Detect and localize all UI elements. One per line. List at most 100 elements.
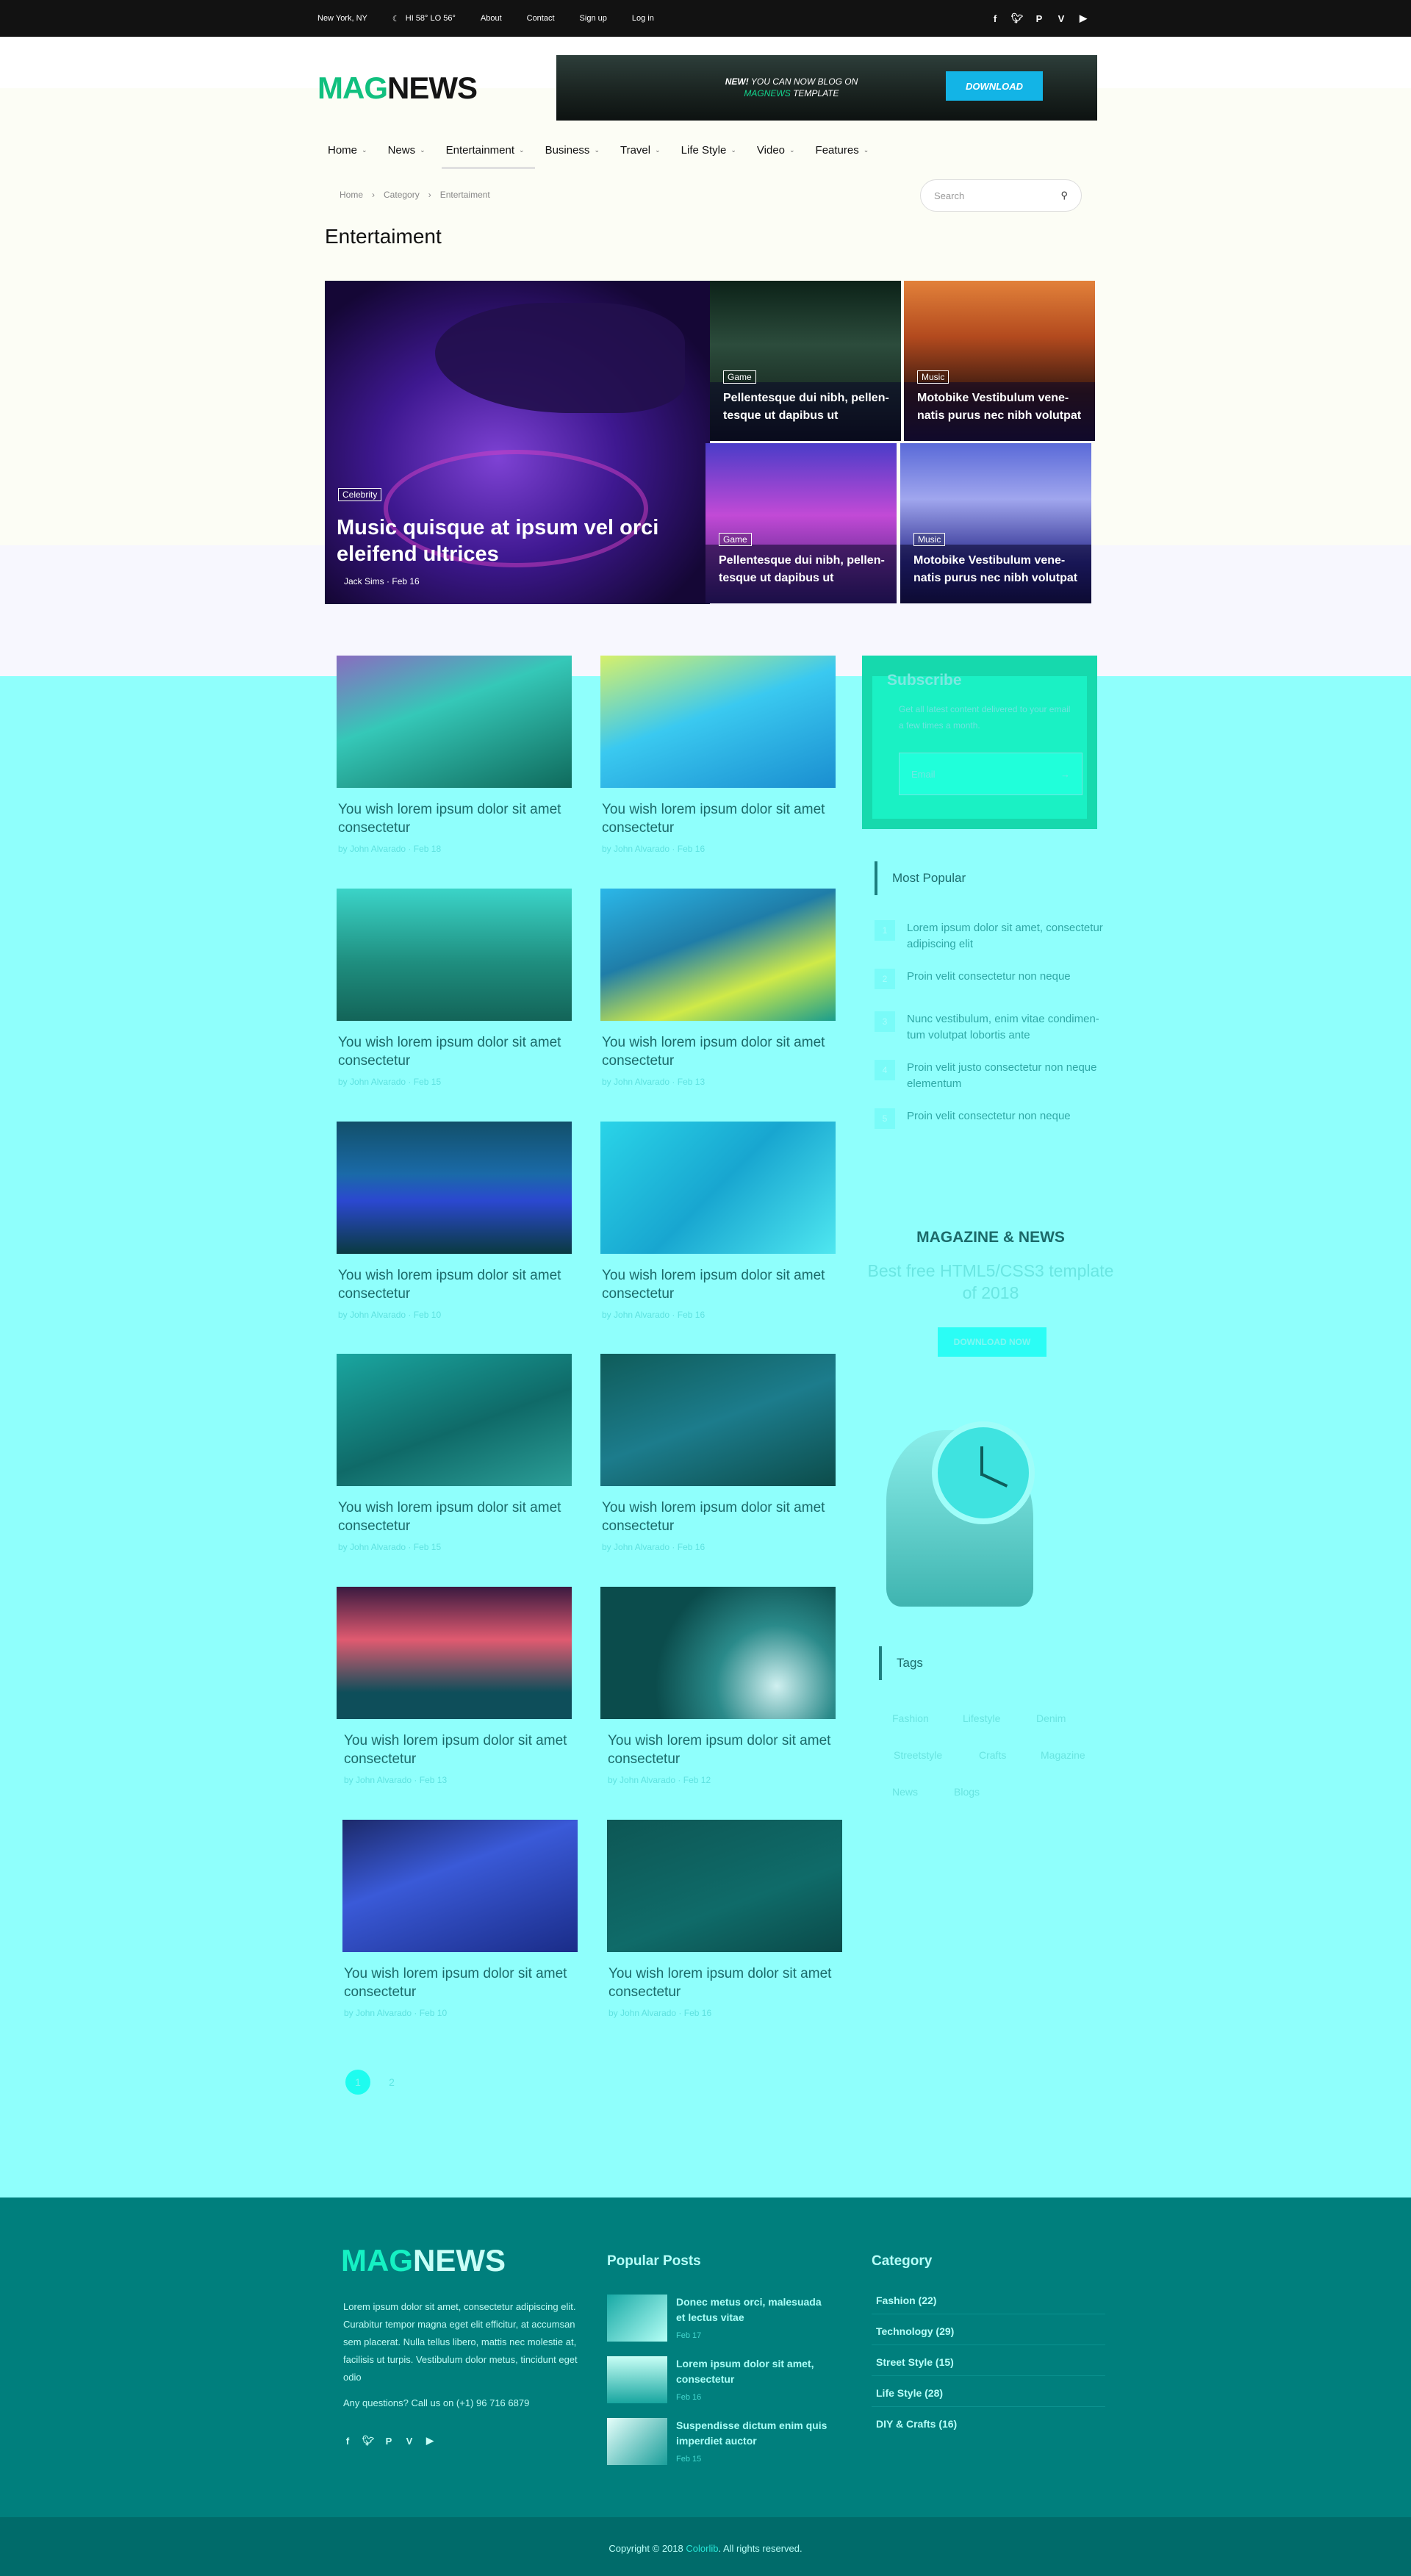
banner-download-button[interactable]: DOWNLOAD: [946, 71, 1043, 101]
hero-main-tag[interactable]: Celebrity: [338, 488, 382, 501]
article-author[interactable]: John Alvarado: [620, 2008, 676, 2018]
article-author[interactable]: John Alvarado: [350, 1077, 406, 1087]
search-icon[interactable]: ⚲: [1060, 190, 1068, 201]
article-image[interactable]: [600, 1122, 836, 1254]
popular-link[interactable]: Proin velit consectetur non neque: [907, 969, 1071, 989]
footer-logo[interactable]: MAGNEWS: [341, 2243, 506, 2278]
article-author[interactable]: John Alvarado: [614, 844, 669, 854]
pinterest-icon[interactable]: P: [382, 2434, 395, 2447]
footer-category-link[interactable]: Life Style (28): [872, 2380, 1105, 2407]
footer-post-thumb[interactable]: [607, 2295, 667, 2342]
tag-news[interactable]: News: [892, 1786, 918, 1798]
footer-post-title[interactable]: Suspendisse dictum enim quis imperdiet a…: [676, 2418, 830, 2449]
article-author[interactable]: John Alvarado: [350, 1542, 406, 1552]
hero-small-post-1[interactable]: Game Pellentesque dui nibh, pellen-tesqu…: [710, 281, 901, 441]
hero-main-post[interactable]: Celebrity Music quisque at ipsum vel orc…: [325, 281, 710, 604]
article-title[interactable]: You wish lorem ipsum dolor sit amet cons…: [344, 1965, 572, 2001]
colorlib-link[interactable]: Colorlib: [686, 2543, 718, 2554]
hero-small-title[interactable]: Motobike Vestibulum vene-natis purus nec…: [917, 390, 1090, 425]
article-title[interactable]: You wish lorem ipsum dolor sit amet cons…: [338, 1033, 566, 1070]
hero-small-title[interactable]: Motobike Vestibulum vene-natis purus nec…: [913, 552, 1086, 587]
footer-category-link[interactable]: Technology (29): [872, 2318, 1105, 2345]
article-image[interactable]: [600, 656, 836, 788]
hero-small-tag[interactable]: Music: [917, 370, 949, 384]
search-input[interactable]: Search ⚲: [920, 179, 1082, 212]
subscribe-email-input[interactable]: Email →: [899, 753, 1083, 795]
pinterest-icon[interactable]: P: [1033, 12, 1046, 25]
popular-item[interactable]: 3 Nunc vestibulum, enim vitae condimen-tu…: [875, 1011, 1117, 1044]
footer-post[interactable]: Lorem ipsum dolor sit amet, consectetur …: [607, 2356, 842, 2408]
article-title[interactable]: You wish lorem ipsum dolor sit amet cons…: [602, 1499, 830, 1535]
footer-category-link[interactable]: Street Style (15): [872, 2349, 1105, 2376]
login-link[interactable]: Log in: [632, 14, 654, 23]
hero-small-post-3[interactable]: Game Pellentesque dui nibh, pellen-tesqu…: [706, 443, 897, 603]
clock-ad-image[interactable]: [879, 1401, 1063, 1607]
article-title[interactable]: You wish lorem ipsum dolor sit amet cons…: [338, 1499, 566, 1535]
article-title[interactable]: You wish lorem ipsum dolor sit amet cons…: [602, 1033, 830, 1070]
article-image[interactable]: [342, 1820, 578, 1952]
article-author[interactable]: John Alvarado: [614, 1310, 669, 1320]
hero-main-author[interactable]: Jack Sims: [344, 576, 384, 586]
site-logo[interactable]: MAGNEWS: [317, 71, 478, 106]
article-title[interactable]: You wish lorem ipsum dolor sit amet cons…: [338, 800, 566, 837]
popular-link[interactable]: Nunc vestibulum, enim vitae condimen-tum…: [907, 1011, 1117, 1044]
footer-post-title[interactable]: Donec metus orci, malesuada et lectus vi…: [676, 2295, 830, 2325]
download-now-button[interactable]: DOWNLOAD NOW: [938, 1327, 1046, 1357]
article-image[interactable]: [337, 1587, 572, 1719]
article-image[interactable]: [600, 1354, 836, 1486]
article-title[interactable]: You wish lorem ipsum dolor sit amet cons…: [608, 1732, 836, 1768]
article-author[interactable]: John Alvarado: [356, 1775, 412, 1785]
footer-post[interactable]: Suspendisse dictum enim quis imperdiet a…: [607, 2418, 842, 2469]
hero-small-tag[interactable]: Music: [913, 533, 946, 546]
pagination-page-1[interactable]: 1: [345, 2070, 370, 2095]
tag-lifestyle[interactable]: Lifestyle: [963, 1712, 1000, 1724]
nav-business[interactable]: Business ⌄: [535, 131, 610, 169]
popular-link[interactable]: Lorem ipsum dolor sit amet, consectetur …: [907, 920, 1117, 952]
twitter-icon[interactable]: 🐦︎: [362, 2434, 375, 2447]
article-author[interactable]: John Alvarado: [356, 2008, 412, 2018]
popular-link[interactable]: Proin velit justo consectetur non neque …: [907, 1060, 1117, 1092]
youtube-icon[interactable]: ▶: [423, 2434, 437, 2447]
article-author[interactable]: John Alvarado: [620, 1775, 675, 1785]
popular-item[interactable]: 1 Lorem ipsum dolor sit amet, consectetur…: [875, 920, 1117, 952]
tag-streetstyle[interactable]: Streetstyle: [894, 1749, 942, 1761]
footer-category-link[interactable]: Fashion (22): [872, 2287, 1105, 2314]
hero-small-title[interactable]: Pellentesque dui nibh, pellen-tesque ut …: [723, 390, 896, 425]
nav-travel[interactable]: Travel ⌄: [610, 131, 671, 169]
article-author[interactable]: John Alvarado: [614, 1542, 669, 1552]
article-image[interactable]: [337, 1354, 572, 1486]
breadcrumb-category[interactable]: Category: [384, 190, 420, 200]
article-title[interactable]: You wish lorem ipsum dolor sit amet cons…: [608, 1965, 836, 2001]
header-banner[interactable]: NEW! YOU CAN NOW BLOG ON MAGNEWS TEMPLAT…: [556, 55, 1097, 121]
article-title[interactable]: You wish lorem ipsum dolor sit amet cons…: [344, 1732, 572, 1768]
popular-item[interactable]: 2 Proin velit consectetur non neque: [875, 969, 1117, 989]
nav-news[interactable]: News ⌄: [378, 131, 436, 169]
footer-post-title[interactable]: Lorem ipsum dolor sit amet, consectetur: [676, 2356, 830, 2387]
article-image[interactable]: [600, 889, 836, 1021]
nav-home[interactable]: Home ⌄: [317, 131, 378, 169]
article-image[interactable]: [600, 1587, 836, 1719]
youtube-icon[interactable]: ▶: [1077, 12, 1090, 25]
article-image[interactable]: [337, 889, 572, 1021]
hero-small-post-4[interactable]: Music Motobike Vestibulum vene-natis pur…: [900, 443, 1091, 603]
tag-blogs[interactable]: Blogs: [954, 1786, 980, 1798]
article-title[interactable]: You wish lorem ipsum dolor sit amet cons…: [602, 1266, 830, 1303]
footer-post[interactable]: Donec metus orci, malesuada et lectus vi…: [607, 2295, 842, 2346]
article-title[interactable]: You wish lorem ipsum dolor sit amet cons…: [338, 1266, 566, 1303]
footer-post-thumb[interactable]: [607, 2418, 667, 2465]
popular-item[interactable]: 4 Proin velit justo consectetur non neque…: [875, 1060, 1117, 1092]
nav-life-style[interactable]: Life Style ⌄: [671, 131, 747, 169]
footer-post-thumb[interactable]: [607, 2356, 667, 2403]
article-title[interactable]: You wish lorem ipsum dolor sit amet cons…: [602, 800, 830, 837]
facebook-icon[interactable]: f: [988, 12, 1002, 25]
article-image[interactable]: [607, 1820, 842, 1952]
hero-small-title[interactable]: Pellentesque dui nibh, pellen-tesque ut …: [719, 552, 891, 587]
article-author[interactable]: John Alvarado: [614, 1077, 669, 1087]
nav-video[interactable]: Video ⌄: [747, 131, 805, 169]
about-link[interactable]: About: [481, 14, 502, 23]
hero-small-tag[interactable]: Game: [719, 533, 752, 546]
pagination-page-2[interactable]: 2: [379, 2070, 404, 2095]
nav-entertainment[interactable]: Entertainment ⌄: [436, 131, 535, 169]
twitter-icon[interactable]: 🐦︎: [1010, 12, 1024, 25]
signup-link[interactable]: Sign up: [580, 14, 607, 23]
